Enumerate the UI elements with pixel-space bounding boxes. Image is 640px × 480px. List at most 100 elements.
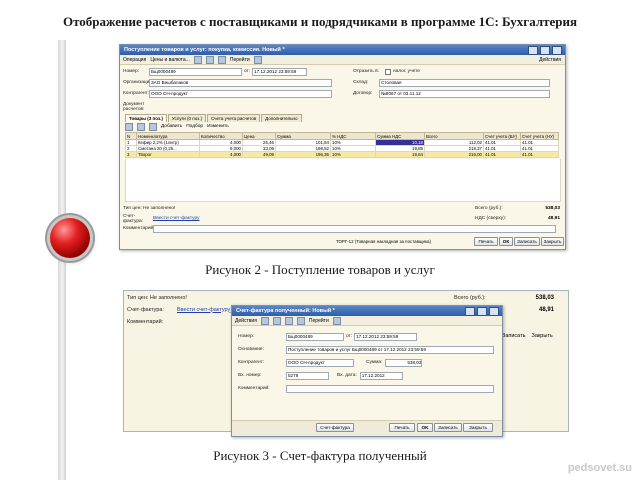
table-empty-area [125, 159, 561, 202]
ok-button[interactable]: ОК [499, 237, 513, 246]
col-qty[interactable]: Количество [199, 132, 243, 140]
close-icon[interactable] [552, 46, 562, 55]
watermark: pedsovet.su [567, 462, 632, 474]
table-pick-button[interactable]: Подбор [186, 124, 203, 129]
invoice-label: Счет-фактура: [123, 213, 144, 224]
toolbar-goto[interactable]: Перейти [230, 57, 250, 63]
cell-total: 216,00 [424, 151, 484, 158]
save-icon[interactable] [193, 55, 202, 64]
cell-n: 3 [125, 151, 137, 158]
col-sum[interactable]: Сумма [275, 132, 331, 140]
structure-icon[interactable] [284, 316, 293, 325]
col-vat-rate[interactable]: % НДС [330, 132, 376, 140]
col-price[interactable]: Цена [242, 132, 276, 140]
receipt-title: Поступление товаров и услуг: покупка, ко… [124, 47, 285, 53]
col-total[interactable]: Всего [424, 132, 484, 140]
bg-close-button[interactable]: Закрыть [532, 333, 553, 339]
inv-close-button[interactable]: Закрыть [463, 423, 493, 432]
col-n[interactable]: N [125, 132, 137, 140]
col-item[interactable]: Номенклатура [136, 132, 200, 140]
col-vat-sum[interactable]: Сумма НДС [375, 132, 425, 140]
col-acc-nu[interactable]: Счет учета (НУ) [520, 132, 559, 140]
in-date-field[interactable]: 17.12.2012 [359, 371, 403, 380]
org-label: Организация: [123, 80, 154, 85]
toolbar-actions[interactable]: Действия [539, 57, 561, 63]
print-button[interactable]: Печать [474, 237, 498, 246]
inv-sum-field[interactable]: 538,03 [385, 358, 423, 367]
copy-row-icon[interactable] [137, 122, 145, 131]
invoice-toolbar-goto[interactable]: Перейти [309, 318, 329, 324]
toolbar-prices[interactable]: Цены и валюта... [150, 57, 190, 63]
inv-ok-button[interactable]: OK [417, 423, 433, 432]
in-number-label: Вх. номер: [238, 373, 262, 378]
inv-contractor-field[interactable]: ООО СН-продукт [286, 358, 354, 367]
bg-invoice-label: Счет-фактура: [127, 306, 164, 313]
save-icon[interactable] [260, 316, 269, 325]
comment-field[interactable] [153, 224, 556, 233]
inv-date-field[interactable]: 17.12.2012 23:59:59 [354, 332, 418, 341]
maximize-icon[interactable] [540, 46, 550, 55]
tab-services[interactable]: Услуги (0 поз.) [167, 114, 206, 122]
post-icon[interactable] [205, 55, 214, 64]
in-number-field[interactable]: 5278 [286, 371, 329, 380]
invoice-window: Счет-фактура полученный: Новый * Действи… [231, 305, 503, 437]
reflect-label: Отразить в: [353, 69, 379, 74]
reflect-checkbox[interactable] [385, 68, 391, 75]
date-field[interactable]: 17.12.2012 23:59:59 [252, 67, 308, 76]
org-field[interactable]: ЗАО Бешбалаков [149, 78, 332, 87]
red-ball-decoration [50, 218, 90, 258]
help-icon[interactable] [332, 316, 341, 325]
inv-print-button[interactable]: Печать [389, 423, 415, 432]
tab-accounts[interactable]: Счета учета расчетов [206, 114, 261, 122]
comment-label: Комментарий: [123, 226, 155, 231]
basis-field[interactable]: Поступление товаров и услуг Бщ0000489 от… [286, 345, 494, 354]
add-row-icon[interactable] [125, 122, 133, 131]
contract-label: Договор: [353, 91, 373, 96]
minimize-icon[interactable] [528, 46, 538, 55]
number-field[interactable]: Бщ0000489 [149, 67, 242, 76]
tab-additional[interactable]: Дополнительно [261, 114, 302, 122]
number-label: Номер: [123, 69, 140, 74]
doc-label: Документ расчетов: [123, 102, 145, 112]
receipt-tabs: Товары (3 поз.) Услуги (0 поз.) Счета уч… [125, 114, 302, 122]
maximize-icon[interactable] [477, 307, 487, 316]
toolbar-operation[interactable]: Операция [123, 57, 146, 63]
col-acc-bu[interactable]: Счет учета (БУ) [483, 132, 521, 140]
contract-field[interactable]: №8067 от 03.11.12 [379, 89, 550, 98]
tab-goods[interactable]: Товары (3 поз.) [125, 114, 167, 122]
contractor-field[interactable]: ООО СН-продукт [149, 89, 332, 98]
warehouse-field[interactable]: Столовая [379, 78, 550, 87]
invoice-form-button[interactable]: Счет-фактура [316, 423, 354, 432]
bg-enter-invoice-link[interactable]: Ввести счет-фактуру [177, 307, 230, 313]
cell-acc-bu: 41.01 [483, 151, 521, 158]
enter-invoice-link[interactable]: Ввести счет-фактуру [153, 216, 200, 221]
table-add-button[interactable]: Добавить [161, 124, 182, 129]
inv-comment-field[interactable] [286, 384, 494, 393]
minimize-icon[interactable] [465, 307, 475, 316]
bg-vat-value: 48,91 [538, 306, 554, 313]
inv-save-button[interactable]: Записать [434, 423, 462, 432]
receipt-toolbar: Операция Цены и валюта... Перейти Действ… [120, 55, 565, 65]
post-icon[interactable] [272, 316, 281, 325]
slide-decoration-bar [58, 40, 66, 480]
invoice-toolbar-actions[interactable]: Действия [235, 318, 257, 324]
goods-table: N Номенклатура Количество Цена Сумма % Н… [125, 132, 559, 158]
inv-number-field[interactable]: Бщ0000489 [286, 332, 344, 341]
delete-row-icon[interactable] [149, 122, 157, 131]
in-date-label: Вх. дата: [337, 373, 357, 378]
table-edit-button[interactable]: Изменить [207, 124, 229, 129]
caption-figure-2: Рисунок 2 - Поступление товаров и услуг [205, 262, 435, 277]
slide-title: Отображение расчетов с поставщиками и по… [62, 14, 578, 29]
print-form-label: ТОРГ-12 (Товарная накладная за поставщик… [336, 239, 431, 244]
vat-value: 48,91 [547, 216, 560, 221]
reflect-value: налог. учете [393, 69, 420, 74]
save-button[interactable]: Записать [514, 237, 540, 246]
close-button[interactable]: Закрыть [541, 237, 564, 246]
close-icon[interactable] [489, 307, 499, 316]
structure-icon[interactable] [217, 55, 226, 64]
table-row[interactable]: 3 Творог 4,000 49,09 196,36 10% 19,64 21… [125, 151, 559, 158]
help-icon[interactable] [253, 55, 262, 64]
bg-save-button[interactable]: Записать [502, 333, 526, 339]
refresh-icon[interactable] [296, 316, 305, 325]
receipt-titlebar: Поступление товаров и услуг: покупка, ко… [120, 45, 565, 55]
